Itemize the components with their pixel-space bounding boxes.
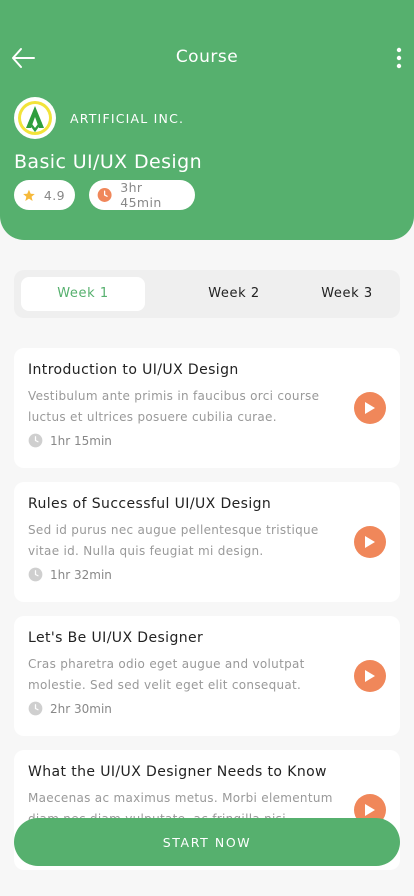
- lesson-description-line: vitae id. Nulla quis feugiat mi design.: [28, 543, 264, 558]
- company-name: ARTIFICIAL INC.: [70, 111, 185, 126]
- course-title: Basic UI/UX Design: [14, 151, 203, 173]
- clock-icon: [28, 433, 43, 448]
- course-header: Course ARTIFICIAL INC. Basic UI/UX Desig…: [0, 0, 414, 240]
- lesson-duration: 1hr 32min: [28, 567, 112, 582]
- clock-icon: [97, 188, 112, 202]
- rating-chip: 4.9: [14, 180, 75, 210]
- lesson-description-line: molestie. Sed sed velit eget elit conseq…: [28, 677, 302, 692]
- play-button[interactable]: [354, 526, 386, 558]
- lesson-duration: 2hr 30min: [28, 701, 112, 716]
- star-icon: [23, 189, 35, 201]
- lesson-duration-value: 2hr 30min: [50, 701, 112, 716]
- tab-week-3[interactable]: Week 3: [302, 277, 392, 311]
- more-options-button[interactable]: [392, 46, 406, 70]
- start-now-button[interactable]: START NOW: [14, 818, 400, 866]
- lesson-title: Introduction to UI/UX Design: [28, 362, 239, 378]
- lesson-description: Vestibulum ante primis in faucibus orci …: [28, 386, 343, 427]
- lesson-title: Let's Be UI/UX Designer: [28, 630, 204, 646]
- lesson-title: Rules of Successful UI/UX Design: [28, 496, 272, 512]
- play-icon: [365, 536, 375, 548]
- clock-icon: [28, 567, 43, 582]
- lesson-description: Cras pharetra odio eget augue and volutp…: [28, 654, 343, 695]
- duration-chip: 3hr 45min: [89, 180, 195, 210]
- tab-week-1[interactable]: Week 1: [21, 277, 145, 311]
- lesson-card[interactable]: Introduction to UI/UX Design Vestibulum …: [14, 348, 400, 468]
- lesson-description-line: Maecenas ac maximus metus. Morbi element…: [28, 791, 333, 805]
- lesson-duration: 1hr 15min: [28, 433, 112, 448]
- lesson-description: Sed id purus nec augue pellentesque tris…: [28, 520, 343, 561]
- play-button[interactable]: [354, 660, 386, 692]
- lesson-card[interactable]: Rules of Successful UI/UX Design Sed id …: [14, 482, 400, 602]
- lesson-description-line: Sed id purus nec augue pellentesque tris…: [28, 523, 319, 537]
- play-button[interactable]: [354, 392, 386, 424]
- lesson-card[interactable]: Let's Be UI/UX Designer Cras pharetra od…: [14, 616, 400, 736]
- more-vertical-icon: [396, 47, 402, 69]
- play-icon: [365, 804, 375, 816]
- lesson-duration-value: 1hr 32min: [50, 567, 112, 582]
- company-logo: [14, 97, 56, 139]
- tab-week-2[interactable]: Week 2: [186, 277, 282, 311]
- rating-value: 4.9: [43, 187, 65, 203]
- lesson-title: What the UI/UX Designer Needs to Know: [28, 764, 327, 780]
- play-icon: [365, 670, 375, 682]
- duration-value: 3hr 45min: [120, 180, 162, 210]
- lesson-description-line: Cras pharetra odio eget augue and volutp…: [28, 657, 305, 671]
- page-title: Course: [175, 47, 239, 67]
- play-icon: [365, 402, 375, 414]
- week-tabs: Week 1 Week 2 Week 3: [14, 270, 400, 318]
- lesson-duration-value: 1hr 15min: [50, 433, 112, 448]
- lesson-description-line: Vestibulum ante primis in faucibus orci …: [28, 389, 320, 403]
- lesson-description-line: luctus et ultrices posuere cubilia curae…: [28, 409, 277, 424]
- clock-icon: [28, 701, 43, 716]
- company-logo-mark: [18, 101, 52, 135]
